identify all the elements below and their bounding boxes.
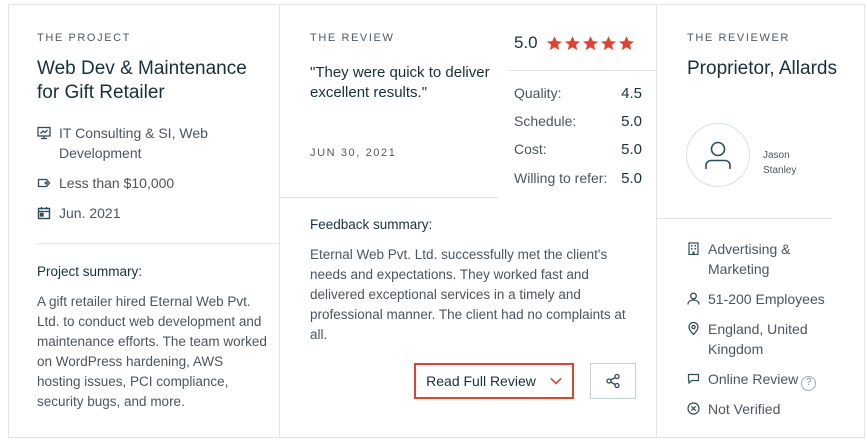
project-title: Web Dev & Maintenance for Gift Retailer [37, 58, 247, 103]
score-value: 5.0 [621, 113, 642, 130]
score-value: 5.0 [621, 141, 642, 158]
chat-bubble-icon [687, 373, 700, 385]
review-type-label: Online Review [708, 371, 799, 387]
review-date: JUN 30, 2021 [310, 147, 397, 159]
chevron-down-icon [550, 377, 562, 385]
score-label: Willing to refer: [514, 170, 608, 186]
project-date: Jun. 2021 [37, 203, 229, 223]
feedback-summary-heading: Feedback summary: [310, 217, 433, 232]
project-eyebrow: THE PROJECT [37, 32, 131, 44]
overall-rating: 5.0 [514, 33, 644, 53]
project-column: THE PROJECT Web Dev & Maintenance for Gi… [9, 5, 280, 437]
score-value: 5.0 [621, 170, 642, 187]
star-rating [546, 35, 635, 52]
score-cost: Cost: 5.0 [514, 141, 642, 158]
verification-status: Not Verified [687, 399, 848, 419]
review-eyebrow: THE REVIEW [310, 32, 395, 44]
project-summary-heading: Project summary: [37, 264, 143, 279]
project-summary-text: A gift retailer hired Eternal Web Pvt. L… [37, 294, 267, 409]
overall-rating-value: 5.0 [514, 33, 538, 52]
review-type: Online Review? [687, 369, 848, 391]
tag-icon [37, 178, 51, 188]
reviewer-industry: Advertising & Marketing [687, 239, 848, 279]
reviewer-name: Jason Stanley [763, 150, 797, 176]
read-full-review-label: Read Full Review [426, 373, 536, 389]
reviewer-title: Proprietor, Allards [687, 58, 837, 79]
reviewer-column: THE REVIEWER Proprietor, Allards Jason S… [657, 5, 866, 437]
reviewer-location-text: England, United Kingdom [708, 321, 808, 357]
project-category-text: IT Consulting & SI, Web Development [59, 125, 208, 161]
review-type-text: Online Review? [708, 369, 848, 391]
star-icon [546, 35, 562, 50]
monitor-icon [37, 126, 51, 140]
reviewer-eyebrow: THE REVIEWER [687, 32, 790, 44]
building-icon [688, 242, 699, 255]
share-button[interactable] [590, 363, 636, 399]
divider [37, 243, 280, 244]
help-icon[interactable]: ? [801, 375, 817, 391]
divider [657, 218, 832, 219]
divider [280, 197, 498, 198]
score-schedule: Schedule: 5.0 [514, 113, 642, 130]
calendar-icon [37, 207, 51, 220]
reviewer-company-size: 51-200 Employees [687, 289, 848, 309]
project-budget-text: Less than $10,000 [59, 175, 175, 191]
user-icon [705, 141, 731, 169]
score-quality: Quality: 4.5 [514, 85, 642, 102]
avatar [686, 123, 750, 187]
star-icon [564, 35, 580, 50]
verification-status-text: Not Verified [708, 401, 781, 417]
score-label: Quality: [514, 85, 562, 101]
share-icon [606, 373, 620, 389]
not-verified-icon [687, 402, 700, 415]
score-value: 4.5 [621, 85, 642, 102]
location-pin-icon [688, 322, 699, 335]
review-column: THE REVIEW "They were quick to deliver e… [280, 5, 657, 437]
project-category: IT Consulting & SI, Web Development [37, 123, 229, 163]
review-card: THE PROJECT Web Dev & Maintenance for Gi… [8, 4, 865, 438]
person-icon [687, 292, 700, 305]
reviewer-location: England, United Kingdom [687, 319, 848, 359]
star-icon [582, 35, 598, 50]
reviewer-industry-text: Advertising & Marketing [708, 241, 791, 277]
score-willing-to-refer: Willing to refer: 5.0 [514, 170, 642, 187]
project-date-text: Jun. 2021 [59, 205, 121, 221]
star-icon [600, 35, 616, 50]
review-quote: "They were quick to deliver excellent re… [310, 64, 490, 101]
read-full-review-button[interactable]: Read Full Review [414, 363, 574, 399]
score-label: Schedule: [514, 113, 577, 129]
score-label: Cost: [514, 141, 547, 157]
feedback-summary-text: Eternal Web Pvt. Ltd. successfully met t… [310, 247, 626, 342]
project-budget: Less than $10,000 [37, 173, 229, 193]
divider [509, 70, 657, 71]
star-icon [618, 35, 634, 50]
reviewer-company-size-text: 51-200 Employees [708, 291, 825, 307]
